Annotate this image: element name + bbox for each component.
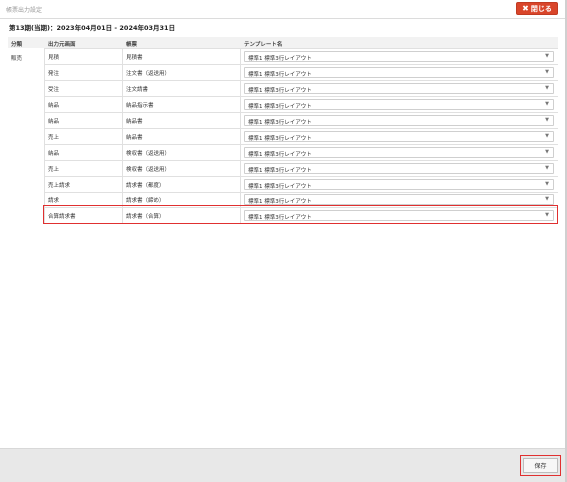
header-template: テンプレート名	[244, 42, 283, 48]
chevron-down-icon: ▼	[545, 181, 549, 187]
chevron-down-icon: ▼	[545, 85, 549, 91]
template-value: 標準1 標準3行レイアウト	[248, 184, 312, 190]
header-source: 出力元画面	[48, 42, 76, 48]
template-value: 標準1 標準3行レイアウト	[248, 56, 312, 62]
template-value: 標準1 標準3行レイアウト	[248, 72, 312, 78]
header-document: 帳票	[126, 42, 138, 48]
template-select[interactable]: 標準1 標準3行レイアウト ▼	[244, 115, 554, 126]
close-icon: ✖	[522, 3, 529, 13]
close-button[interactable]: ✖ 閉じる	[516, 2, 558, 15]
title-divider	[0, 18, 567, 19]
document-cell: 注文請書	[126, 87, 149, 93]
template-value: 標準1 標準3行レイアウト	[248, 104, 312, 110]
table-row: 売上 納品書 標準1 標準3行レイアウト ▼	[44, 128, 558, 144]
close-button-label: 閉じる	[530, 4, 552, 13]
document-cell: 検収書（返送用）	[126, 167, 171, 173]
template-select[interactable]: 標準1 標準3行レイアウト ▼	[244, 194, 554, 205]
document-cell: 納品書	[126, 119, 143, 125]
template-select[interactable]: 標準1 標準3行レイアウト ▼	[244, 147, 554, 158]
template-value: 標準1 標準3行レイアウト	[248, 136, 312, 142]
template-select[interactable]: 標準1 標準3行レイアウト ▼	[244, 51, 554, 62]
chevron-down-icon: ▼	[545, 53, 549, 59]
chevron-down-icon: ▼	[545, 117, 549, 123]
title-bar: 帳票出力設定 ✖ 閉じる	[0, 0, 567, 18]
footer: 保存	[0, 448, 567, 482]
table-row: 納品 納品指示書 標準1 標準3行レイアウト ▼	[44, 96, 558, 112]
table-header-band	[8, 37, 558, 48]
source-cell: 納品	[48, 103, 60, 109]
template-select[interactable]: 標準1 標準3行レイアウト ▼	[244, 99, 554, 110]
chevron-down-icon: ▼	[545, 101, 549, 107]
table-row: 売上請求 請求書（都度） 標準1 標準3行レイアウト ▼	[44, 176, 558, 192]
chevron-down-icon: ▼	[545, 149, 549, 155]
period-label: 第13期(当期)：2023年04月01日 - 2024年03月31日	[9, 24, 176, 32]
category-label: 販売	[11, 56, 23, 62]
source-cell: 発注	[48, 71, 60, 77]
document-cell: 検収書（返送用）	[126, 151, 171, 157]
table-row: 納品 納品書 標準1 標準3行レイアウト ▼	[44, 112, 558, 128]
source-cell: 納品	[48, 151, 60, 157]
source-cell: 売上	[48, 135, 60, 141]
source-cell: 見積	[48, 55, 60, 61]
template-select[interactable]: 標準1 標準3行レイアウト ▼	[244, 163, 554, 174]
table-row: 受注 注文請書 標準1 標準3行レイアウト ▼	[44, 80, 558, 96]
template-select[interactable]: 標準1 標準3行レイアウト ▼	[244, 83, 554, 94]
document-cell: 納品書	[126, 135, 143, 141]
source-cell: 売上請求	[48, 183, 71, 189]
document-cell: 納品指示書	[126, 103, 154, 109]
source-cell: 売上	[48, 167, 60, 173]
table-row: 見積 見積書 標準1 標準3行レイアウト ▼	[44, 48, 558, 64]
table-row: 発注 注文書（返送用） 標準1 標準3行レイアウト ▼	[44, 64, 558, 80]
window-title: 帳票出力設定	[6, 7, 43, 14]
table-row: 請求 請求書（締め） 標準1 標準3行レイアウト ▼	[44, 192, 558, 206]
template-value: 標準1 標準3行レイアウト	[248, 88, 312, 94]
source-cell: 納品	[48, 119, 60, 125]
document-cell: 見積書	[126, 55, 143, 61]
highlight-box	[43, 205, 558, 224]
source-cell: 受注	[48, 87, 60, 93]
source-cell: 請求	[48, 198, 60, 204]
template-value: 標準1 標準3行レイアウト	[248, 199, 312, 205]
document-cell: 請求書（都度）	[126, 183, 165, 189]
chevron-down-icon: ▼	[545, 196, 549, 202]
document-cell: 請求書（締め）	[126, 198, 165, 204]
header-category: 分類	[11, 42, 23, 48]
template-value: 標準1 標準3行レイアウト	[248, 168, 312, 174]
template-value: 標準1 標準3行レイアウト	[248, 152, 312, 158]
template-select[interactable]: 標準1 標準3行レイアウト ▼	[244, 67, 554, 78]
chevron-down-icon: ▼	[545, 165, 549, 171]
save-highlight-box	[520, 455, 561, 476]
document-cell: 注文書（返送用）	[126, 71, 171, 77]
table-row: 納品 検収書（返送用） 標準1 標準3行レイアウト ▼	[44, 144, 558, 160]
template-value: 標準1 標準3行レイアウト	[248, 120, 312, 126]
table-row: 売上 検収書（返送用） 標準1 標準3行レイアウト ▼	[44, 160, 558, 176]
chevron-down-icon: ▼	[545, 133, 549, 139]
template-select[interactable]: 標準1 標準3行レイアウト ▼	[244, 131, 554, 142]
chevron-down-icon: ▼	[545, 69, 549, 75]
template-select[interactable]: 標準1 標準3行レイアウト ▼	[244, 179, 554, 190]
